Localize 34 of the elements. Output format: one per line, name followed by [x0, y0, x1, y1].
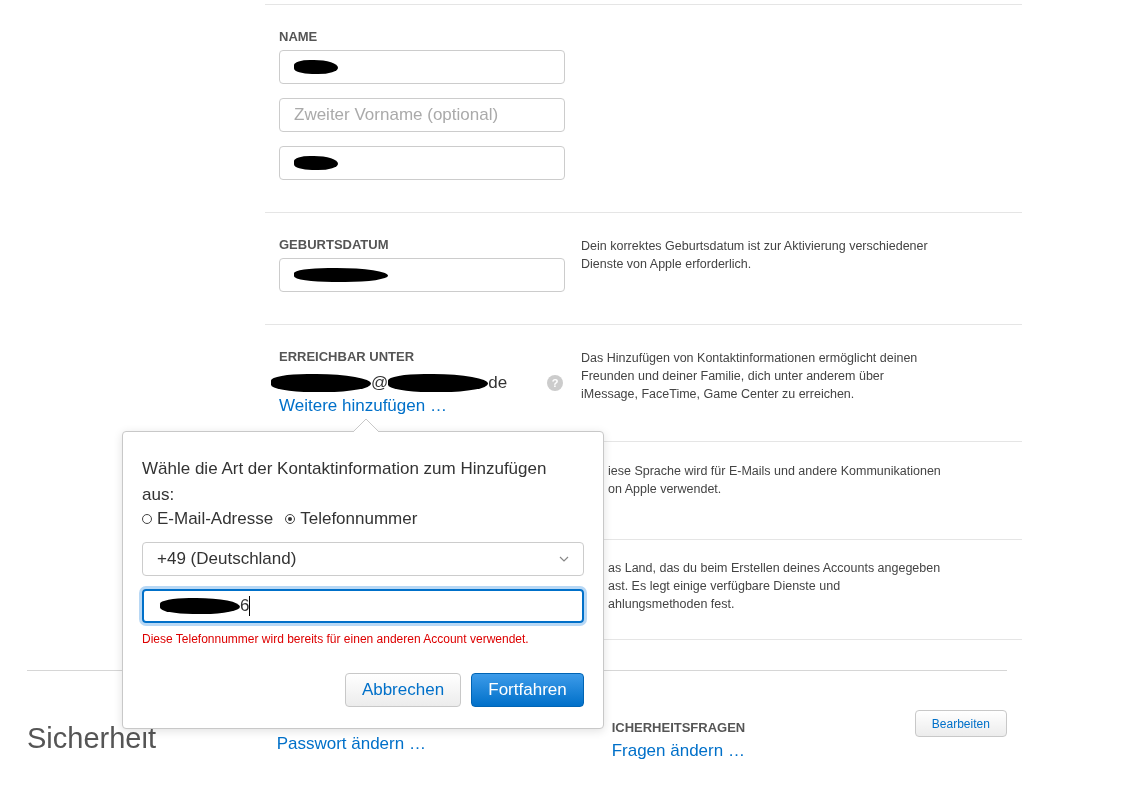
redaction-mark: [294, 60, 338, 74]
description-text: ast. Es legt einige verfügbare Dienste und: [608, 578, 842, 595]
section-label: ICHERHEITSFRAGEN: [611, 720, 747, 735]
description-text: Das Hinzufügen von Kontaktinformationen ermöglicht deinen Freunden und deiner Familie, dich unter anderem über iMessage, FaceTime, Game Center zu erreichen.: [581, 350, 919, 403]
radio-option[interactable]: Telefonnummer: [285, 509, 418, 529]
redaction-mark: [294, 156, 338, 170]
phone-field[interactable]: 6: [142, 589, 584, 623]
edit-button[interactable]: Bearbeiten: [914, 710, 1007, 737]
country-dropdown[interactable]: +49 (Deutschland): [142, 542, 584, 576]
section-label: GEBURTSDATUM: [279, 237, 390, 252]
email-text: @: [371, 373, 389, 393]
description-text: on Apple verwendet.: [608, 481, 723, 498]
error-message: Diese Telefonnummer wird bereits für einen anderen Account verwendet.: [142, 632, 530, 646]
add-more-link[interactable]: Weitere hinzufügen …: [279, 396, 447, 415]
phone-text: 6: [240, 596, 250, 616]
description-text: as Land, das du beim Erstellen deines Accounts angegeben: [608, 560, 942, 577]
text-field[interactable]: [279, 146, 565, 180]
change-password-link[interactable]: Passwort ändern …: [276, 734, 426, 753]
description-text: iese Sprache wird für E-Mails und andere Kommunikationen: [608, 463, 942, 480]
text-field[interactable]: [279, 50, 565, 84]
description-text: ahlungsmethoden fest.: [608, 596, 736, 613]
section-title: Sicherheit: [27, 721, 157, 756]
description-text: Dein korrektes Geburtsdatum ist zur Aktivierung verschiedener Dienste von Apple erforderlich.: [581, 238, 929, 273]
prompt-text: Wähle die Art der Kontaktinformation zum Hinzufügen aus:: [142, 458, 548, 506]
change-questions-link[interactable]: Fragen ändern …: [611, 741, 745, 760]
cancel-button[interactable]: Abbrechen: [345, 673, 461, 707]
section-label: ERREICHBAR UNTER: [279, 349, 416, 364]
date-field[interactable]: [279, 258, 565, 292]
continue-button[interactable]: Fortfahren: [471, 673, 584, 707]
email-text: de: [488, 373, 508, 393]
text-field[interactable]: Zweiter Vorname (optional): [279, 98, 565, 132]
chevron-icon: [559, 556, 569, 562]
section-label: NAME: [279, 29, 319, 44]
radio-option[interactable]: E-Mail-Adresse: [142, 509, 274, 529]
